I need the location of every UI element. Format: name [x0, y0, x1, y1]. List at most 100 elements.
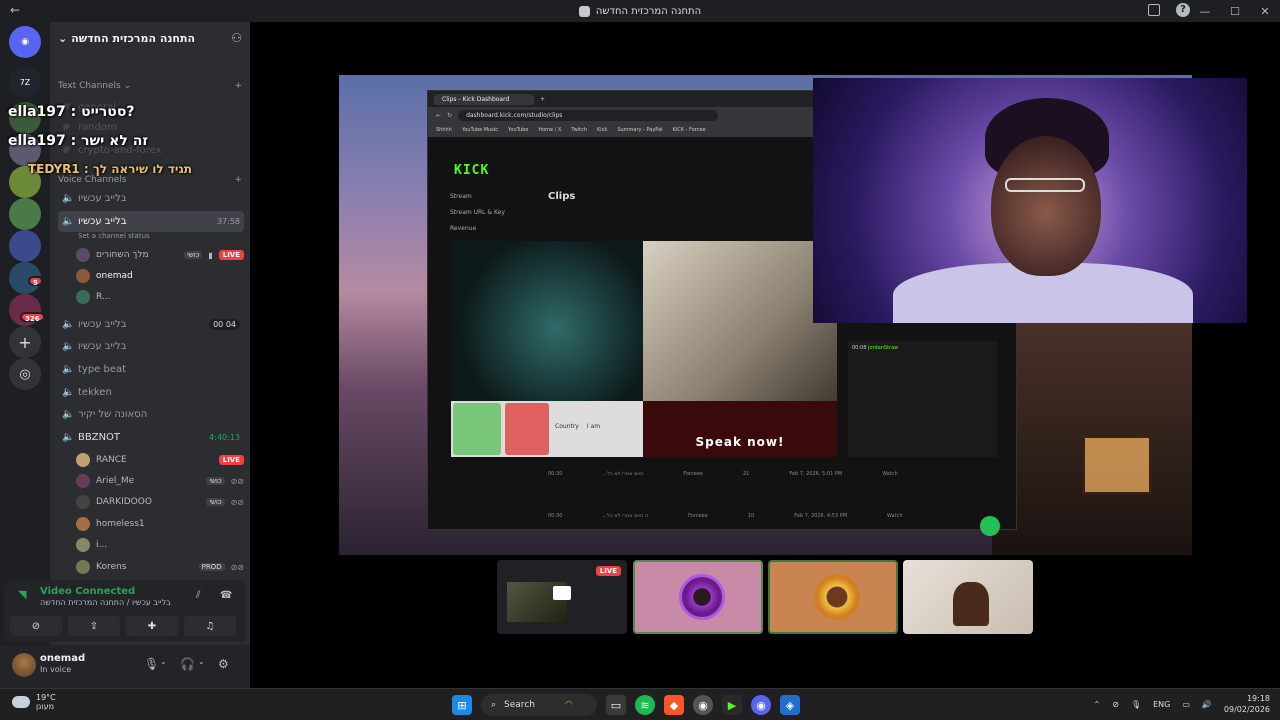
server-header[interactable]: התחנה המרכזית החדשה ⌄ ⚇ — [50, 22, 250, 54]
bookmark[interactable]: Summary - PayPal — [617, 127, 662, 133]
speak-now-banner: Speak now! — [643, 401, 837, 457]
text-category[interactable]: Text Channels ⌄ + — [50, 78, 250, 94]
voice-channel[interactable]: 🔈 בלייב עכשיו — [58, 188, 244, 209]
app-icon[interactable]: ◈ — [780, 695, 800, 715]
participant-tile-stream[interactable]: LIVE — [497, 560, 627, 634]
language-indicator[interactable]: ENG — [1153, 700, 1170, 709]
kick-icon[interactable]: ▶ — [722, 695, 742, 715]
minimize-button[interactable]: — — [1190, 5, 1220, 18]
volume-icon[interactable]: 🔊 — [1202, 700, 1212, 709]
url-bar[interactable]: dashboard.kick.com/studio/clips — [458, 109, 719, 121]
voice-channel[interactable]: 🔈 בלייב עכשיו — [58, 336, 244, 357]
bookmark[interactable]: KICK - Forcee — [673, 127, 706, 133]
browser-tab[interactable]: Clips - Kick Dashboard — [434, 93, 534, 105]
noise-suppression-icon[interactable]: ⫽ — [196, 590, 200, 601]
window-title: התחנה המרכזית החדשה — [595, 5, 702, 17]
voice-user[interactable]: Ariel_Me כושי ⊘⊘ — [76, 471, 244, 491]
live-badge: LIVE — [595, 566, 621, 576]
microphone-icon[interactable]: 🎙 — [1131, 700, 1141, 709]
clip-video-left[interactable] — [451, 241, 643, 401]
bookmark[interactable]: Home / X — [538, 127, 561, 133]
soundboard-button[interactable]: ♫ — [184, 616, 236, 636]
participant-tile-video[interactable] — [903, 560, 1033, 634]
voice-channel[interactable]: 🔈 BBZNOT 4:40:13 — [58, 427, 244, 448]
voice-user[interactable]: Korens PROD ⊘⊘ — [76, 557, 244, 577]
menu-item[interactable]: Stream URL & Key — [450, 209, 505, 216]
bookmark[interactable]: YouTube — [508, 127, 528, 133]
discover-icon[interactable]: ◎ — [9, 358, 41, 390]
bookmark[interactable]: Shhhh — [436, 127, 452, 133]
server-icon[interactable]: 7Z — [9, 66, 41, 98]
camera-off-button[interactable]: ⊘ — [10, 616, 62, 636]
brave-icon[interactable]: ◆ — [664, 695, 684, 715]
clock[interactable]: 19:18 09/02/2026 — [1224, 693, 1270, 715]
spotify-icon[interactable]: ≋ — [635, 695, 655, 715]
clip-video-right[interactable] — [643, 241, 837, 401]
settings-gear-icon[interactable]: ⚙ — [218, 657, 229, 671]
voice-user[interactable]: RANCE LIVE — [76, 450, 244, 470]
maximize-button[interactable]: ☐ — [1220, 5, 1250, 18]
microphone-icon[interactable]: 🎙 — [144, 657, 159, 671]
voice-channel[interactable]: 🔈 בלייב עכשיו 00 04 — [58, 314, 244, 335]
discord-home-icon[interactable]: ◉ — [9, 26, 41, 58]
add-channel-icon[interactable]: + — [234, 175, 242, 185]
new-tab-icon[interactable]: + — [540, 96, 545, 103]
start-icon[interactable]: ⊞ — [452, 695, 472, 715]
bookmark[interactable]: Kick — [597, 127, 607, 133]
table-row[interactable]: 00:30 ...ה היום אחרי לא כל Forceee 10 Feb 7,… — [548, 513, 988, 527]
avatar — [76, 269, 90, 283]
chevron-down-icon[interactable]: ⌄ — [198, 657, 205, 666]
menu-item[interactable]: Stream — [450, 193, 472, 200]
headphones-icon[interactable]: 🎧 — [180, 657, 195, 671]
voice-channel[interactable]: 🔈 tekken — [58, 382, 244, 403]
voice-user[interactable]: DARKIDOOO כושי ⊘⊘ — [76, 492, 244, 512]
voice-user[interactable]: i... — [76, 535, 244, 555]
chevron-down-icon: ⌄ — [58, 31, 68, 45]
help-icon[interactable]: ? — [1176, 3, 1190, 17]
bookmark[interactable]: Twitch — [571, 127, 587, 133]
voice-user[interactable]: מלך השחורים כושי ▮ LIVE — [76, 245, 244, 265]
voice-user[interactable]: homeless1 — [76, 514, 244, 534]
add-server-icon[interactable]: + — [9, 326, 41, 358]
table-row[interactable]: 00:30 ...היום אחרי לא כל Forceee 21 Feb 7, 2… — [548, 471, 988, 485]
menu-item[interactable]: Revenue — [450, 225, 476, 232]
chrome-icon[interactable]: ◉ — [693, 695, 713, 715]
search-box[interactable]: ⌕ Search ◠ — [481, 694, 597, 716]
participant-tile[interactable]: ♪ — [633, 560, 763, 634]
server-icon[interactable] — [9, 198, 41, 230]
task-view-icon[interactable]: ▭ — [606, 695, 626, 715]
voice-channel-active[interactable]: 🔈 בלייב עכשיו 37:58 — [58, 211, 244, 232]
add-channel-icon[interactable]: + — [234, 81, 242, 91]
signal-icon[interactable]: ◥ — [18, 588, 26, 601]
overlay-chat-line: TEDYR1 : תגיד לו שיראה לך — [28, 162, 192, 176]
help-chat-button[interactable] — [980, 516, 1000, 536]
network-icon[interactable]: ⊘ — [1112, 700, 1119, 709]
disconnect-icon[interactable]: ☎ — [220, 590, 232, 601]
overlay-chat-line: ella197 : זה לא ישר — [8, 133, 148, 149]
voice-status-title[interactable]: Video Connected — [40, 586, 135, 597]
display-icon[interactable]: ▭ — [1182, 700, 1190, 709]
discord-icon[interactable]: ◉ — [751, 695, 771, 715]
screen-share-button[interactable]: ⇪ — [68, 616, 120, 636]
back-arrow-icon[interactable]: ← — [10, 3, 20, 17]
chevron-down-icon[interactable]: ⌄ — [160, 657, 167, 666]
voice-channel[interactable]: 🔈 type beat — [58, 359, 244, 380]
voice-user[interactable]: R... — [76, 287, 244, 307]
voice-user[interactable]: onemad — [76, 266, 244, 286]
add-friend-icon[interactable]: ⚇ — [231, 31, 242, 45]
activities-button[interactable]: ✚ — [126, 616, 178, 636]
weather-widget[interactable]: 19°C מעונן — [12, 693, 56, 711]
avatar — [76, 248, 90, 262]
server-icon[interactable] — [9, 230, 41, 262]
voice-channel[interactable]: 🔈 הסאונה של יקיר — [58, 404, 244, 425]
set-channel-status[interactable]: Set a channel status — [78, 232, 150, 240]
avatar[interactable] — [12, 653, 36, 677]
chevron-up-icon[interactable]: ⌃ — [1094, 700, 1101, 709]
participant-tile[interactable] — [768, 560, 898, 634]
bookmark[interactable]: YouTube Music — [462, 127, 498, 133]
server-name: התחנה המרכזית החדשה — [71, 31, 196, 45]
search-icon: ⌕ — [491, 700, 497, 710]
webcam-overlay — [813, 78, 1247, 323]
inbox-icon[interactable] — [1148, 4, 1160, 16]
close-button[interactable]: ✕ — [1250, 5, 1280, 18]
